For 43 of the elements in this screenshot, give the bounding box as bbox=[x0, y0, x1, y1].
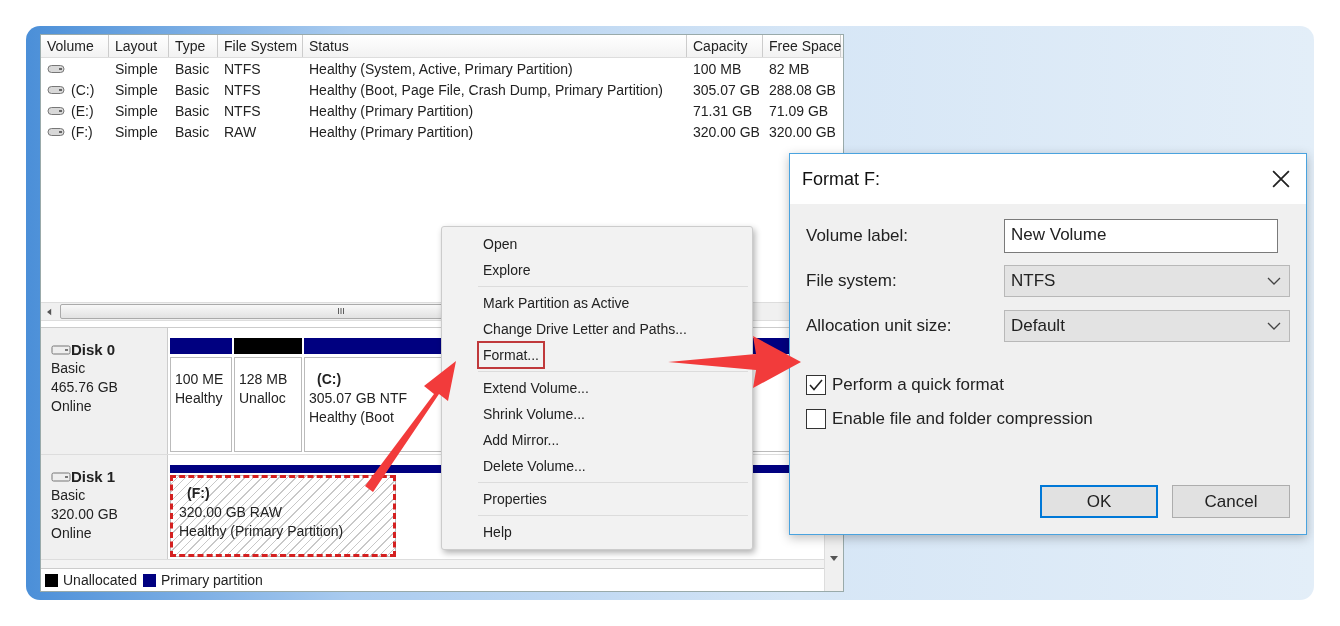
disk-status: Online bbox=[51, 397, 93, 416]
table-cell: 288.08 GB bbox=[769, 81, 836, 98]
table-cell: Healthy (Boot, Page File, Crash Dump, Primary Partition) bbox=[309, 81, 663, 98]
disk-type: Basic bbox=[51, 486, 87, 505]
checkbox-label: Enable file and folder compression bbox=[832, 409, 1093, 429]
table-cell: 71.09 GB bbox=[769, 102, 829, 119]
field-label: File system: bbox=[806, 271, 898, 291]
table-cell: NTFS bbox=[224, 60, 261, 77]
disk-name: Disk 0 bbox=[71, 340, 116, 359]
table-cell: Healthy (Primary Partition) bbox=[309, 123, 474, 140]
table-cell: NTFS bbox=[224, 81, 261, 98]
checkbox-label: Perform a quick format bbox=[832, 375, 1004, 395]
table-cell: NTFS bbox=[224, 102, 261, 119]
disk-name: Disk 1 bbox=[71, 467, 116, 486]
table-cell: 320.00 GB bbox=[693, 123, 760, 140]
legend-label: Primary partition bbox=[160, 572, 263, 588]
field-label: Allocation unit size: bbox=[806, 316, 953, 336]
disk-size: 465.76 GB bbox=[51, 378, 119, 397]
table-cell: Simple bbox=[115, 60, 158, 77]
table-cell: (C:) bbox=[71, 81, 95, 98]
table-cell: Basic bbox=[175, 123, 210, 140]
field-label: Volume label: bbox=[806, 226, 910, 246]
table-cell: Basic bbox=[175, 60, 210, 77]
dialog-title: Format F: bbox=[802, 168, 880, 190]
disk-size: 320.00 GB bbox=[51, 505, 119, 524]
legend-label: Unallocated bbox=[63, 572, 137, 588]
table-cell: Simple bbox=[115, 123, 158, 140]
table-cell: Healthy (Primary Partition) bbox=[309, 102, 474, 119]
table-cell: 320.00 GB bbox=[769, 123, 836, 140]
table-cell: 305.07 GB bbox=[693, 81, 760, 98]
disk-type: Basic bbox=[51, 359, 87, 378]
table-cell: Healthy (System, Active, Primary Partition) bbox=[309, 60, 573, 77]
table-cell: 100 MB bbox=[693, 60, 742, 77]
table-cell: Simple bbox=[115, 102, 158, 119]
table-cell: RAW bbox=[224, 123, 257, 140]
table-cell: Basic bbox=[175, 81, 210, 98]
disk-status: Online bbox=[51, 524, 93, 543]
table-cell: (E:) bbox=[71, 102, 94, 119]
table-cell: Basic bbox=[175, 102, 210, 119]
table-cell: 71.31 GB bbox=[693, 102, 753, 119]
table-cell: 82 MB bbox=[769, 60, 810, 77]
table-cell: Simple bbox=[115, 81, 158, 98]
table-cell: (F:) bbox=[71, 123, 93, 140]
